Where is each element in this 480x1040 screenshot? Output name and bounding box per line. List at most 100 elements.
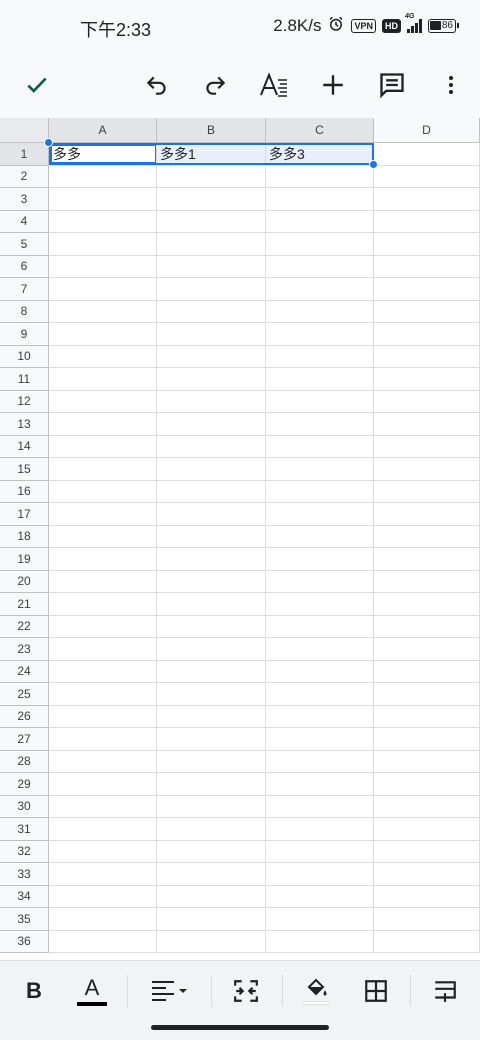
cell-a12[interactable]: [49, 390, 157, 413]
cell-b29[interactable]: [157, 773, 266, 796]
row-header[interactable]: 23: [0, 638, 49, 661]
redo-icon[interactable]: [191, 61, 239, 109]
row-header[interactable]: 17: [0, 503, 49, 526]
row-header[interactable]: 6: [0, 255, 49, 278]
cell-d30[interactable]: [374, 795, 480, 818]
row-header[interactable]: 26: [0, 705, 49, 728]
cell-b28[interactable]: [157, 750, 266, 773]
cell-d26[interactable]: [374, 705, 480, 728]
text-format-icon[interactable]: [250, 61, 298, 109]
cell-d22[interactable]: [374, 615, 480, 638]
cell-a21[interactable]: [49, 593, 157, 616]
cell-c3[interactable]: [266, 188, 374, 211]
cell-c26[interactable]: [266, 705, 374, 728]
cell-d2[interactable]: [374, 165, 480, 188]
cell-a25[interactable]: [49, 683, 157, 706]
cell-a13[interactable]: [49, 413, 157, 436]
cell-b24[interactable]: [157, 660, 266, 683]
cell-b33[interactable]: [157, 863, 266, 886]
text-color-button[interactable]: A: [68, 967, 116, 1015]
cell-c22[interactable]: [266, 615, 374, 638]
cell-d12[interactable]: [374, 390, 480, 413]
check-icon[interactable]: [13, 61, 61, 109]
cell-c35[interactable]: [266, 908, 374, 931]
borders-icon[interactable]: [352, 967, 400, 1015]
row-header[interactable]: 30: [0, 795, 49, 818]
row-header[interactable]: 29: [0, 773, 49, 796]
row-header[interactable]: 13: [0, 413, 49, 436]
cell-a26[interactable]: [49, 705, 157, 728]
cell-b10[interactable]: [157, 345, 266, 368]
cell-a33[interactable]: [49, 863, 157, 886]
cell-d18[interactable]: [374, 525, 480, 548]
cell-d14[interactable]: [374, 435, 480, 458]
fill-color-icon[interactable]: [292, 967, 340, 1015]
cell-a3[interactable]: [49, 188, 157, 211]
cell-d13[interactable]: [374, 413, 480, 436]
row-header[interactable]: 2: [0, 165, 49, 188]
row-header[interactable]: 11: [0, 368, 49, 391]
row-header[interactable]: 8: [0, 300, 49, 323]
cell-d32[interactable]: [374, 840, 480, 863]
cell-d36[interactable]: [374, 930, 480, 953]
cell-a2[interactable]: [49, 165, 157, 188]
cell-c32[interactable]: [266, 840, 374, 863]
cell-d28[interactable]: [374, 750, 480, 773]
insert-row-icon[interactable]: [421, 967, 469, 1015]
cell-b2[interactable]: [157, 165, 266, 188]
cell-c17[interactable]: [266, 503, 374, 526]
cell-c16[interactable]: [266, 480, 374, 503]
cell-a24[interactable]: [49, 660, 157, 683]
cell-c1[interactable]: 多多3: [266, 143, 374, 166]
row-header[interactable]: 7: [0, 278, 49, 301]
cell-d9[interactable]: [374, 323, 480, 346]
cell-d10[interactable]: [374, 345, 480, 368]
cell-c14[interactable]: [266, 435, 374, 458]
row-header[interactable]: 10: [0, 345, 49, 368]
cell-b1[interactable]: 多多1: [157, 143, 266, 166]
cell-d21[interactable]: [374, 593, 480, 616]
cell-a28[interactable]: [49, 750, 157, 773]
cell-c13[interactable]: [266, 413, 374, 436]
cell-b19[interactable]: [157, 548, 266, 571]
cell-b5[interactable]: [157, 233, 266, 256]
row-header[interactable]: 3: [0, 188, 49, 211]
cell-c7[interactable]: [266, 278, 374, 301]
cell-c29[interactable]: [266, 773, 374, 796]
cell-b23[interactable]: [157, 638, 266, 661]
cell-c8[interactable]: [266, 300, 374, 323]
cell-b17[interactable]: [157, 503, 266, 526]
row-header[interactable]: 20: [0, 570, 49, 593]
cell-d1[interactable]: [374, 143, 480, 166]
row-header[interactable]: 1: [0, 143, 49, 166]
cell-c9[interactable]: [266, 323, 374, 346]
column-header[interactable]: A: [49, 118, 157, 143]
merge-cells-icon[interactable]: [222, 967, 270, 1015]
row-header[interactable]: 35: [0, 908, 49, 931]
cell-b30[interactable]: [157, 795, 266, 818]
cell-c27[interactable]: [266, 728, 374, 751]
cell-d15[interactable]: [374, 458, 480, 481]
row-header[interactable]: 21: [0, 593, 49, 616]
comment-icon[interactable]: [368, 61, 416, 109]
cell-b32[interactable]: [157, 840, 266, 863]
cell-c19[interactable]: [266, 548, 374, 571]
cell-d29[interactable]: [374, 773, 480, 796]
cell-c23[interactable]: [266, 638, 374, 661]
row-header[interactable]: 32: [0, 840, 49, 863]
cell-a8[interactable]: [49, 300, 157, 323]
cell-a32[interactable]: [49, 840, 157, 863]
row-header[interactable]: 19: [0, 548, 49, 571]
row-header[interactable]: 14: [0, 435, 49, 458]
cell-d3[interactable]: [374, 188, 480, 211]
cell-b14[interactable]: [157, 435, 266, 458]
cell-a31[interactable]: [49, 818, 157, 841]
cell-b20[interactable]: [157, 570, 266, 593]
selection-handle-end[interactable]: [369, 160, 378, 169]
cell-a22[interactable]: [49, 615, 157, 638]
cell-c24[interactable]: [266, 660, 374, 683]
cell-c36[interactable]: [266, 930, 374, 953]
row-header[interactable]: 24: [0, 660, 49, 683]
cell-b4[interactable]: [157, 210, 266, 233]
select-all-corner[interactable]: [0, 118, 49, 143]
